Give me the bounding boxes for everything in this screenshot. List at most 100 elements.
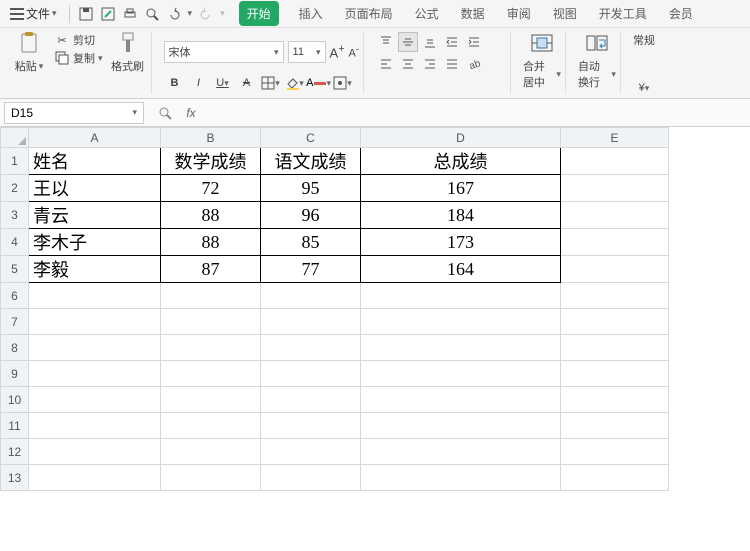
- row-header-8[interactable]: 8: [1, 335, 29, 361]
- row-header-13[interactable]: 13: [1, 465, 29, 491]
- cell-B5[interactable]: 87: [161, 256, 261, 283]
- cell-D13[interactable]: [361, 465, 561, 491]
- align-left-icon[interactable]: [376, 54, 396, 74]
- search-fx-icon[interactable]: [154, 103, 176, 123]
- cell-A8[interactable]: [29, 335, 161, 361]
- cell-A6[interactable]: [29, 283, 161, 309]
- cell-A10[interactable]: [29, 387, 161, 413]
- cell-E12[interactable]: [561, 439, 669, 465]
- cell-C4[interactable]: 85: [261, 229, 361, 256]
- align-center-icon[interactable]: [398, 54, 418, 74]
- font-size-select[interactable]: 11 ▾: [288, 41, 326, 63]
- cell-A7[interactable]: [29, 309, 161, 335]
- font-name-select[interactable]: 宋体 ▾: [164, 41, 284, 63]
- underline-button[interactable]: U▾: [212, 72, 234, 94]
- increase-indent-icon[interactable]: [464, 32, 484, 52]
- cell-C13[interactable]: [261, 465, 361, 491]
- justify-icon[interactable]: [442, 54, 462, 74]
- italic-button[interactable]: I: [188, 72, 210, 94]
- copy-button[interactable]: 复制▾: [54, 50, 103, 66]
- row-header-6[interactable]: 6: [1, 283, 29, 309]
- row-header-12[interactable]: 12: [1, 439, 29, 465]
- tab-data[interactable]: 数据: [459, 1, 487, 26]
- cell-D11[interactable]: [361, 413, 561, 439]
- cell-B7[interactable]: [161, 309, 261, 335]
- row-header-4[interactable]: 4: [1, 229, 29, 256]
- row-header-11[interactable]: 11: [1, 413, 29, 439]
- cell-E5[interactable]: [561, 256, 669, 283]
- cell-E7[interactable]: [561, 309, 669, 335]
- row-header-9[interactable]: 9: [1, 361, 29, 387]
- align-right-icon[interactable]: [420, 54, 440, 74]
- cell-E13[interactable]: [561, 465, 669, 491]
- cell-B10[interactable]: [161, 387, 261, 413]
- align-top-icon[interactable]: [376, 32, 396, 52]
- tab-start[interactable]: 开始: [239, 1, 279, 26]
- chevron-down-icon[interactable]: ▾: [188, 8, 193, 19]
- row-header-7[interactable]: 7: [1, 309, 29, 335]
- spreadsheet-grid[interactable]: ABCDE1姓名数学成绩语文成绩总成绩2王以72951673青云88961844…: [0, 127, 669, 491]
- tab-review[interactable]: 审阅: [505, 1, 533, 26]
- cell-C11[interactable]: [261, 413, 361, 439]
- row-header-2[interactable]: 2: [1, 175, 29, 202]
- cell-B1[interactable]: 数学成绩: [161, 148, 261, 175]
- name-box[interactable]: D15 ▾: [4, 102, 144, 124]
- redo-icon[interactable]: [198, 6, 214, 22]
- cell-A9[interactable]: [29, 361, 161, 387]
- save-icon[interactable]: [78, 6, 94, 22]
- currency-icon[interactable]: ¥▾: [639, 82, 650, 94]
- cell-A1[interactable]: 姓名: [29, 148, 161, 175]
- undo-icon[interactable]: [166, 6, 182, 22]
- cell-D10[interactable]: [361, 387, 561, 413]
- cell-D3[interactable]: 184: [361, 202, 561, 229]
- file-menu[interactable]: 文件 ▾: [6, 3, 61, 24]
- cell-B4[interactable]: 88: [161, 229, 261, 256]
- cell-E9[interactable]: [561, 361, 669, 387]
- formula-input[interactable]: [206, 102, 750, 124]
- cell-D4[interactable]: 173: [361, 229, 561, 256]
- align-middle-icon[interactable]: [398, 32, 418, 52]
- col-header-C[interactable]: C: [261, 128, 361, 148]
- cell-D5[interactable]: 164: [361, 256, 561, 283]
- cell-E4[interactable]: [561, 229, 669, 256]
- fx-icon[interactable]: fx: [180, 103, 202, 123]
- cell-E1[interactable]: [561, 148, 669, 175]
- col-header-B[interactable]: B: [161, 128, 261, 148]
- tab-insert[interactable]: 插入: [297, 1, 325, 26]
- cell-D9[interactable]: [361, 361, 561, 387]
- cell-A12[interactable]: [29, 439, 161, 465]
- cell-C1[interactable]: 语文成绩: [261, 148, 361, 175]
- cell-C12[interactable]: [261, 439, 361, 465]
- orientation-icon[interactable]: ab: [464, 54, 484, 74]
- cell-B9[interactable]: [161, 361, 261, 387]
- cell-B11[interactable]: [161, 413, 261, 439]
- cut-button[interactable]: ✂ 剪切: [54, 32, 103, 48]
- cell-B6[interactable]: [161, 283, 261, 309]
- col-header-E[interactable]: E: [561, 128, 669, 148]
- cell-D8[interactable]: [361, 335, 561, 361]
- cell-A3[interactable]: 青云: [29, 202, 161, 229]
- col-header-A[interactable]: A: [29, 128, 161, 148]
- border-button[interactable]: ▾: [260, 72, 282, 94]
- cell-B2[interactable]: 72: [161, 175, 261, 202]
- align-bottom-icon[interactable]: [420, 32, 440, 52]
- cell-style-button[interactable]: ▾: [332, 72, 354, 94]
- cell-C5[interactable]: 77: [261, 256, 361, 283]
- increase-font-icon[interactable]: A+: [330, 43, 345, 60]
- select-all-corner[interactable]: [1, 128, 29, 148]
- number-format-label[interactable]: 常规: [633, 32, 655, 48]
- cell-A2[interactable]: 王以: [29, 175, 161, 202]
- row-header-1[interactable]: 1: [1, 148, 29, 175]
- cell-B8[interactable]: [161, 335, 261, 361]
- tab-devtools[interactable]: 开发工具: [597, 1, 649, 26]
- save-as-icon[interactable]: [100, 6, 116, 22]
- col-header-D[interactable]: D: [361, 128, 561, 148]
- font-color-button[interactable]: A▾: [308, 72, 330, 94]
- decrease-font-icon[interactable]: A-: [349, 44, 359, 60]
- wrap-text-button[interactable]: 自动换行▾: [578, 32, 616, 90]
- cell-A5[interactable]: 李毅: [29, 256, 161, 283]
- cell-A11[interactable]: [29, 413, 161, 439]
- cell-D7[interactable]: [361, 309, 561, 335]
- row-header-3[interactable]: 3: [1, 202, 29, 229]
- row-header-10[interactable]: 10: [1, 387, 29, 413]
